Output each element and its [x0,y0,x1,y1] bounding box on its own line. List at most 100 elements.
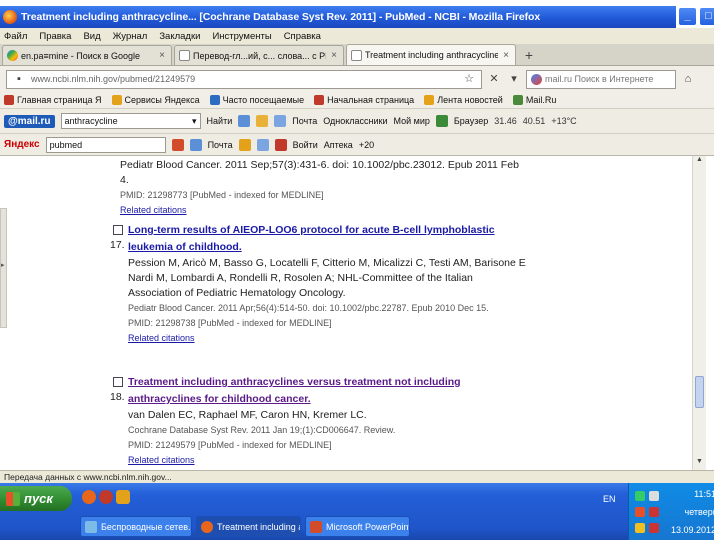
volume-icon[interactable] [649,491,659,501]
navigation-bar: ▪ www.ncbi.nlm.nih.gov/pubmed/21249579 ☆… [0,66,720,92]
citation-source: Pediatr Blood Cancer. 2011 Apr;56(4):514… [128,303,489,313]
authors: van Dalen EC, Raphael MF, Caron HN, Krem… [128,409,367,421]
taskbar-item-network[interactable]: Беспроводные сетев... [80,516,192,537]
new-tab-button[interactable]: + [520,47,538,65]
address-bar[interactable]: ▪ www.ncbi.nlm.nih.gov/pubmed/21249579 ☆ [6,69,482,89]
gift-icon[interactable] [274,138,287,151]
network-icon [85,520,97,533]
clock-time[interactable]: 11:51 [694,489,716,499]
mail-icon[interactable] [189,138,202,151]
dropdown-icon[interactable]: ▾ [506,71,522,87]
tab-translation[interactable]: Перевод-гл...ий, с... слова... с PRO... … [174,45,344,65]
result-title-link[interactable]: anthracyclines for childhood cancer. [120,391,530,408]
mail-icon[interactable] [274,115,287,127]
opera-icon[interactable] [99,490,113,504]
bookmark-label: Часто посещаемые [222,95,305,105]
yandex-search-input[interactable]: pubmed [45,136,166,153]
language-indicator[interactable]: EN [603,494,616,504]
bookmark-yandex-home[interactable]: Главная страница Я [4,95,102,105]
mailru-logo[interactable]: @mail.ru [4,114,55,128]
yandex-logo[interactable]: Яндекс [4,139,40,150]
security-icon[interactable] [635,523,645,533]
bookmark-mailru[interactable]: Mail.Ru [512,95,556,105]
bookmark-news[interactable]: Лента новостей [424,95,503,105]
menu-edit[interactable]: Правка [39,31,71,42]
mailru-item-mail[interactable]: Почта [292,116,317,126]
result-checkbox[interactable] [113,225,123,235]
find-button[interactable]: Найти [207,116,233,126]
result-title-link[interactable]: leukemia of childhood. [120,239,530,256]
result-number: 17. [110,239,125,251]
stop-icon[interactable]: ✕ [486,71,502,87]
folder-icon [209,95,220,105]
web-search-input[interactable]: mail.ru Поиск в Интернете [526,69,676,89]
close-icon[interactable]: × [329,50,339,61]
yandex-item-counter[interactable]: +20 [359,140,374,150]
vertical-scrollbar[interactable]: ▲ ▼ [692,156,706,470]
menu-help[interactable]: Справка [284,31,321,42]
menu-view[interactable]: Вид [83,31,100,42]
sidebar-toggle[interactable] [0,208,7,328]
pmid: PMID: 21298738 [PubMed - indexed for MED… [128,318,332,328]
opera-tray-icon[interactable] [649,507,659,517]
window-titlebar: Treatment including anthracycline... [Co… [0,6,718,28]
menu-bookmarks[interactable]: Закладки [159,31,200,42]
text-icon[interactable] [238,115,251,127]
yandex-item-mail[interactable]: Почта [208,140,233,150]
antivirus-icon[interactable] [635,507,645,517]
highlight-icon[interactable] [256,115,269,127]
related-citations-link[interactable]: Related citations [120,203,530,218]
mailru-item-myworld[interactable]: Мой мир [394,116,430,126]
related-citations-link[interactable]: Related citations [120,331,530,346]
close-icon[interactable]: × [501,50,511,61]
powerpoint-icon [310,520,322,533]
bookmark-label: Лента новостей [437,95,503,105]
bookmark-frequent[interactable]: Часто посещаемые [209,95,305,105]
result-title-link[interactable]: Long-term results of AIEOP-LOO6 protocol… [120,222,530,239]
translate-icon[interactable] [256,138,269,151]
start-button[interactable]: пуск [0,486,72,511]
bookmark-star-icon[interactable]: ☆ [461,71,477,87]
close-icon[interactable]: × [157,50,167,61]
google-icon [7,50,18,61]
bookmark-start-page[interactable]: Начальная страница [314,95,414,105]
minimize-button[interactable]: _ [678,7,697,26]
yandex-item-login[interactable]: Войти [293,140,318,150]
tab-google-search[interactable]: en.pa≡mine - Поиск в Google × [2,45,172,65]
scroll-up-icon[interactable]: ▲ [693,156,706,168]
authors: Nardi M, Lombardi A, Rondelli R, Rosolen… [128,272,473,284]
firefox-icon [314,95,325,105]
menu-file[interactable]: Файл [4,31,27,42]
window-controls: _ □ [678,7,718,26]
taskbar-item-firefox[interactable]: Treatment including a... [196,516,301,537]
browser-icon[interactable] [435,115,448,127]
home-icon[interactable]: ⌂ [680,71,696,87]
result-title-link[interactable]: Treatment including anthracyclines versu… [120,374,530,391]
network-tray-icon[interactable] [635,491,645,501]
scroll-down-icon[interactable]: ▼ [693,458,706,470]
menu-tools[interactable]: Инструменты [212,31,271,42]
clock-day: четверг [684,507,717,517]
related-citations-link[interactable]: Related citations [120,453,530,468]
firefox-icon[interactable] [82,490,96,504]
warning-icon[interactable] [238,138,251,151]
pmid: PMID: 21249579 [PubMed - indexed for MED… [128,440,332,450]
search-icon[interactable] [171,138,184,151]
mailru-item-classmates[interactable]: Одноклассники [323,116,387,126]
yandex-item-pharmacy[interactable]: Аптека [324,140,353,150]
taskbar-item-powerpoint[interactable]: Microsoft PowerPoint... [305,516,410,537]
windows-taskbar: пуск Беспроводные сетев... Treatment inc… [0,483,720,540]
tab-pubmed[interactable]: Treatment including anthracycline... [Co… [346,44,516,65]
chevron-down-icon[interactable]: ▾ [192,116,197,127]
authors: Association of Pediatric Hematology Onco… [128,287,346,299]
scrollbar-thumb[interactable] [695,376,704,408]
bookmark-yandex-services[interactable]: Сервисы Яндекса [111,95,200,105]
menu-history[interactable]: Журнал [113,31,148,42]
result-checkbox[interactable] [113,377,123,387]
folder-icon [111,95,122,105]
folder-icon[interactable] [116,490,130,504]
mailru-search-input[interactable]: anthracycline ▾ [60,113,201,129]
page-icon [351,49,362,61]
mailru-item-browser[interactable]: Браузер [454,116,488,126]
alert-icon[interactable] [649,523,659,533]
